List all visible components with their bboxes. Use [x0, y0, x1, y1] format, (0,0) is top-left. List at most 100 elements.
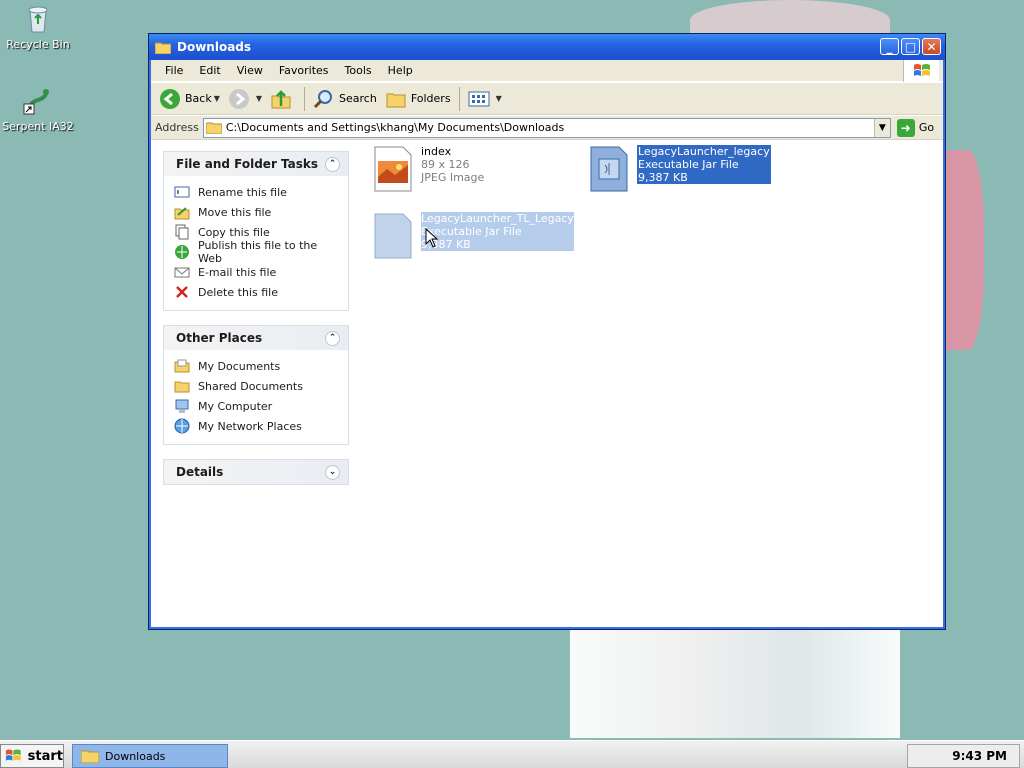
file-label: LegacyLauncher_legacy Executable Jar Fil…	[637, 145, 771, 184]
taskbar-item-label: Downloads	[105, 749, 166, 763]
serpent-shortcut-icon	[23, 89, 49, 115]
task-move[interactable]: Move this file	[174, 202, 338, 222]
menu-help[interactable]: Help	[380, 64, 421, 77]
task-delete[interactable]: Delete this file	[174, 282, 338, 302]
address-label: Address	[155, 121, 199, 134]
views-dropdown-icon[interactable]: ▼	[496, 94, 502, 103]
maximize-button[interactable]: □	[901, 38, 920, 55]
file-index[interactable]: index 89 x 126 JPEG Image	[371, 145, 484, 193]
place-network[interactable]: My Network Places	[174, 416, 338, 436]
file-legacylauncher-legacy[interactable]: LegacyLauncher_legacy Executable Jar Fil…	[587, 145, 771, 193]
wallpaper-fragment	[944, 150, 984, 350]
task-label: Delete this file	[198, 285, 278, 299]
address-input[interactable]: C:\Documents and Settings\khang\My Docum…	[202, 117, 891, 138]
back-button[interactable]: Back ▼	[155, 85, 224, 113]
task-pane: File and Folder Tasks ⌃ Rename this file…	[163, 151, 349, 499]
forward-arrow-icon	[228, 88, 249, 109]
publish-web-icon	[175, 245, 189, 259]
up-folder-button[interactable]	[266, 85, 300, 113]
file-size: 9,387 KB	[638, 171, 688, 184]
search-icon	[313, 89, 333, 108]
explorer-window: Downloads _ □ ✕ File Edit View Favorites…	[148, 33, 946, 630]
menu-file[interactable]: File	[157, 64, 191, 77]
rename-icon	[174, 186, 190, 198]
task-email[interactable]: E-mail this file	[174, 262, 338, 282]
start-button[interactable]: start	[0, 744, 64, 768]
go-arrow-icon: ➜	[896, 118, 915, 137]
menu-view[interactable]: View	[229, 64, 271, 77]
desktop-icon-recycle-bin[interactable]: Recycle Bin	[0, 2, 76, 51]
system-tray: 9:43 PM	[907, 744, 1020, 768]
move-icon	[174, 207, 190, 220]
expand-chevron-icon[interactable]: ⌄	[325, 464, 340, 480]
details-panel: Details ⌄	[163, 459, 349, 485]
delete-x-icon	[176, 286, 188, 298]
drag-ghost: LegacyLauncher_TL_Legacy Executable Jar …	[371, 212, 574, 260]
windows-flag-icon	[5, 749, 21, 761]
file-dimensions: 89 x 126	[421, 158, 470, 171]
folders-button[interactable]: Folders	[381, 85, 455, 113]
place-label: My Network Places	[198, 419, 302, 433]
desktop-icon-serpent[interactable]: Serpent IA32	[0, 84, 76, 133]
toolbar: Back ▼ ▼ Search Folders ▼	[151, 83, 943, 115]
collapse-chevron-icon[interactable]: ⌃	[325, 156, 340, 172]
file-name: LegacyLauncher_legacy	[638, 145, 770, 158]
panel-header[interactable]: Other Places ⌃	[164, 326, 348, 350]
up-folder-icon	[271, 89, 291, 108]
panel-header[interactable]: Details ⌄	[164, 460, 348, 484]
task-rename[interactable]: Rename this file	[174, 182, 338, 202]
panel-header[interactable]: File and Folder Tasks ⌃	[164, 152, 348, 176]
search-button[interactable]: Search	[309, 85, 381, 113]
folder-icon	[81, 750, 99, 763]
task-label: Move this file	[198, 205, 272, 219]
back-dropdown-icon[interactable]: ▼	[214, 94, 220, 103]
file-folder-tasks-panel: File and Folder Tasks ⌃ Rename this file…	[163, 151, 349, 311]
jar-file-icon	[374, 213, 412, 259]
file-type: JPEG Image	[421, 171, 485, 184]
taskbar-item-downloads[interactable]: Downloads	[72, 744, 228, 768]
start-label: start	[27, 748, 63, 764]
place-my-computer[interactable]: My Computer	[174, 396, 338, 416]
drag-ghost-label: LegacyLauncher_TL_Legacy Executable Jar …	[421, 212, 574, 251]
toolbar-separator	[458, 86, 460, 111]
task-label: Copy this file	[198, 225, 270, 239]
place-my-documents[interactable]: My Documents	[174, 356, 338, 376]
title-bar[interactable]: Downloads _ □ ✕	[149, 34, 945, 60]
forward-dropdown-icon[interactable]: ▼	[256, 94, 262, 103]
menu-edit[interactable]: Edit	[191, 64, 228, 77]
recycle-bin-icon	[28, 6, 48, 33]
back-label: Back	[185, 92, 212, 105]
views-icon	[468, 91, 490, 106]
jpeg-image-icon	[374, 146, 412, 192]
task-label: Publish this file to the Web	[198, 239, 318, 265]
task-publish[interactable]: Publish this file to the Web	[174, 239, 338, 265]
file-size: 9,387 KB	[421, 238, 471, 251]
address-bar: Address C:\Documents and Settings\khang\…	[151, 116, 943, 140]
forward-button[interactable]: ▼	[224, 85, 266, 113]
place-label: My Computer	[198, 399, 273, 413]
place-label: My Documents	[198, 359, 281, 373]
folder-icon	[155, 42, 171, 54]
copy-icon	[175, 224, 189, 240]
menu-favorites[interactable]: Favorites	[271, 64, 337, 77]
collapse-chevron-icon[interactable]: ⌃	[325, 330, 340, 346]
taskbar: start Downloads 9:43 PM	[0, 740, 1024, 768]
menu-tools[interactable]: Tools	[337, 64, 380, 77]
clock[interactable]: 9:43 PM	[952, 749, 1007, 763]
task-label: Rename this file	[198, 185, 287, 199]
minimize-button[interactable]: _	[880, 38, 899, 55]
folders-label: Folders	[410, 92, 451, 105]
go-label: Go	[918, 121, 935, 134]
go-button[interactable]: ➜ Go	[896, 118, 935, 137]
toolbar-separator	[304, 86, 306, 111]
place-label: Shared Documents	[198, 379, 303, 393]
file-type: Executable Jar File	[638, 158, 739, 171]
address-dropdown-icon[interactable]: ▼	[873, 118, 890, 137]
file-label: index 89 x 126 JPEG Image	[421, 145, 484, 184]
place-shared-documents[interactable]: Shared Documents	[174, 376, 338, 396]
file-name: LegacyLauncher_TL_Legacy	[421, 212, 574, 225]
task-label: E-mail this file	[198, 265, 277, 279]
window-title: Downloads	[177, 40, 252, 54]
close-button[interactable]: ✕	[922, 38, 941, 55]
views-button[interactable]: ▼	[464, 85, 506, 113]
